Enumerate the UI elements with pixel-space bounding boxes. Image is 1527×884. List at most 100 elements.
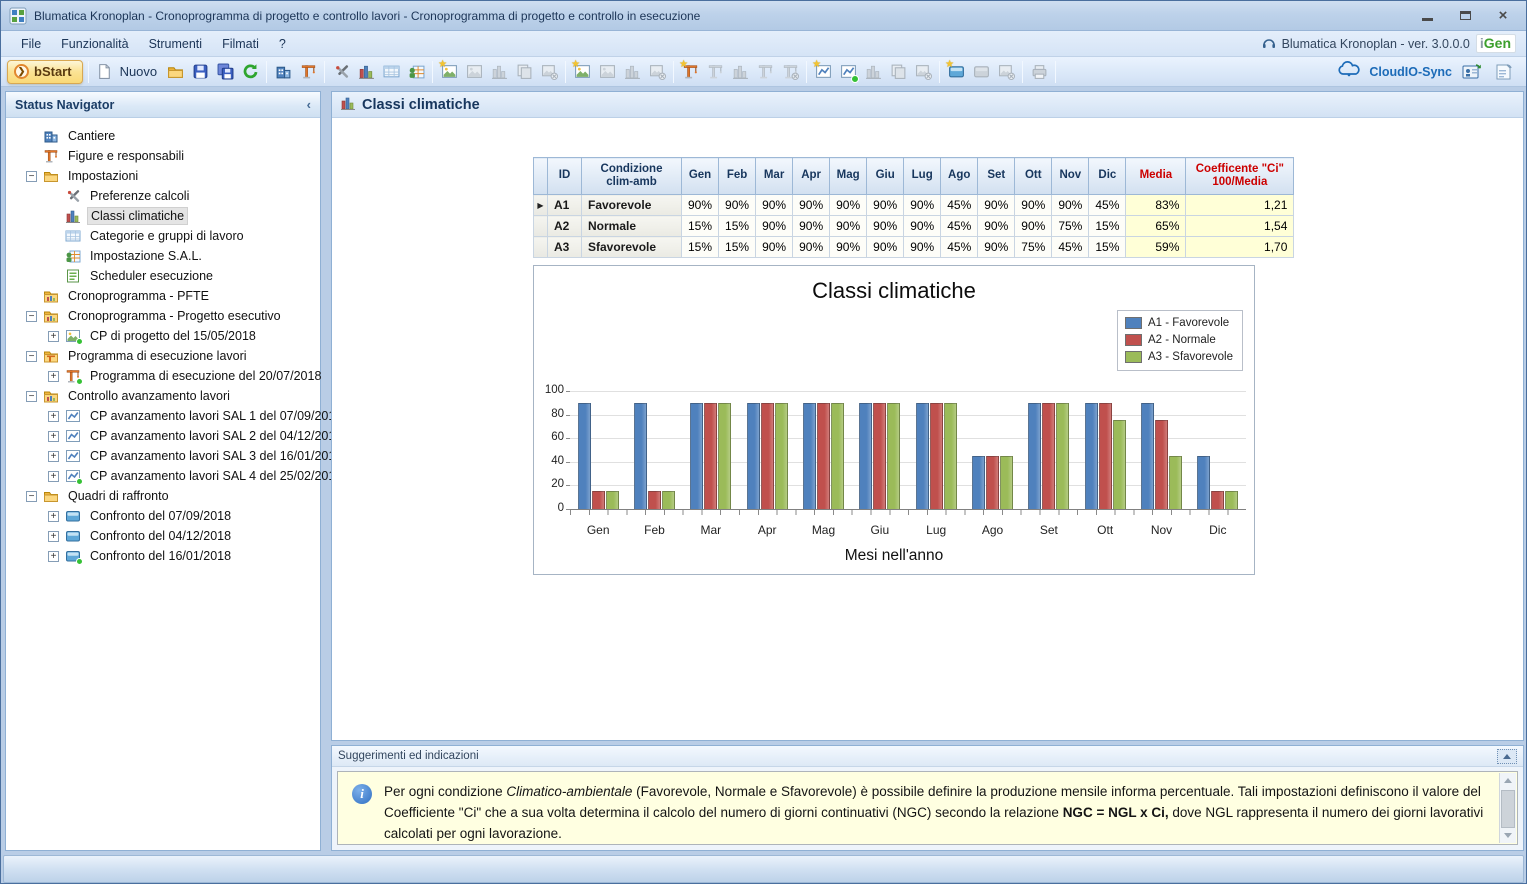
- cell-media[interactable]: 65%: [1126, 216, 1186, 237]
- cell-month[interactable]: 90%: [793, 216, 830, 237]
- cell-month[interactable]: 90%: [756, 237, 793, 258]
- cell-month[interactable]: 90%: [756, 216, 793, 237]
- save-icon[interactable]: [189, 61, 211, 83]
- cell-month[interactable]: 90%: [756, 195, 793, 216]
- column-header-ago[interactable]: Ago: [941, 158, 978, 195]
- menu-item-filmati[interactable]: Filmati: [212, 34, 269, 54]
- column-header-apr[interactable]: Apr: [793, 158, 830, 195]
- tree-item-cp-avanzamento-lavori-sal-4-del-25-02-2019[interactable]: +CP avanzamento lavori SAL 4 del 25/02/2…: [6, 466, 320, 486]
- tree-item-cp-avanzamento-lavori-sal-1-del-07-09-2018[interactable]: +CP avanzamento lavori SAL 1 del 07/09/2…: [6, 406, 320, 426]
- cell-month[interactable]: 90%: [1052, 195, 1089, 216]
- cell-month[interactable]: 45%: [1089, 195, 1126, 216]
- expand-plus-icon[interactable]: +: [48, 531, 59, 542]
- close-button[interactable]: ×: [1488, 6, 1518, 25]
- expand-plus-icon[interactable]: +: [48, 411, 59, 422]
- nuovo-cronoprogramma-pfte-icon[interactable]: ★: [438, 61, 460, 83]
- tree-item-cronoprogramma-pfte[interactable]: Cronoprogramma - PFTE: [6, 286, 320, 306]
- suggestions-collapse-button[interactable]: [1497, 749, 1517, 764]
- tree-item-confronto-del-04-12-2018[interactable]: +Confronto del 04/12/2018: [6, 526, 320, 546]
- expand-plus-icon[interactable]: +: [48, 551, 59, 562]
- collapse-minus-icon[interactable]: −: [26, 491, 37, 502]
- menu-item-strumenti[interactable]: Strumenti: [139, 34, 213, 54]
- impostazione-sal-icon[interactable]: [405, 61, 427, 83]
- tree-item-confronto-del-16-01-2018[interactable]: +Confronto del 16/01/2018: [6, 546, 320, 566]
- scroll-down-icon[interactable]: [1501, 828, 1515, 843]
- collapse-minus-icon[interactable]: −: [26, 351, 37, 362]
- cell-month[interactable]: 75%: [1052, 216, 1089, 237]
- nuovo-programma-esecuzione-icon[interactable]: ★: [679, 61, 701, 83]
- cell-month[interactable]: 15%: [682, 237, 719, 258]
- tree-item-figure-e-responsabili[interactable]: Figure e responsabili: [6, 146, 320, 166]
- figure-responsabili-icon[interactable]: [297, 61, 319, 83]
- preferenze-calcoli-icon[interactable]: [330, 61, 352, 83]
- cell-month[interactable]: 90%: [793, 237, 830, 258]
- column-header-set[interactable]: Set: [978, 158, 1015, 195]
- cell-condizione[interactable]: Normale: [582, 216, 682, 237]
- cell-month[interactable]: 15%: [1089, 237, 1126, 258]
- cell-month[interactable]: 90%: [904, 195, 941, 216]
- cantiere-icon[interactable]: [272, 61, 294, 83]
- tree-item-cp-di-progetto-del-15-05-2018[interactable]: +CP di progetto del 15/05/2018: [6, 326, 320, 346]
- cell-month[interactable]: 90%: [793, 195, 830, 216]
- save-all-icon[interactable]: [214, 61, 236, 83]
- avanzamento-corrente-icon[interactable]: [837, 61, 859, 83]
- nuovo-avanzamento-icon[interactable]: ★: [812, 61, 834, 83]
- column-header-media[interactable]: Media: [1126, 158, 1186, 195]
- cell-coefficiente[interactable]: 1,21: [1186, 195, 1294, 216]
- menu-item-funzionalit[interactable]: Funzionalità: [51, 34, 138, 54]
- collapse-minus-icon[interactable]: −: [26, 391, 37, 402]
- cell-month[interactable]: 15%: [719, 216, 756, 237]
- nuovo-cp-progetto-icon[interactable]: ★: [571, 61, 593, 83]
- cell-month[interactable]: 90%: [1015, 216, 1052, 237]
- expand-plus-icon[interactable]: +: [48, 331, 59, 342]
- row-selector[interactable]: [534, 216, 548, 237]
- tree-item-scheduler-esecuzione[interactable]: Scheduler esecuzione: [6, 266, 320, 286]
- expand-plus-icon[interactable]: +: [48, 371, 59, 382]
- cell-month[interactable]: 90%: [904, 237, 941, 258]
- column-header-nov[interactable]: Nov: [1052, 158, 1089, 195]
- column-header-giu[interactable]: Giu: [867, 158, 904, 195]
- tree-item-programma-di-esecuzione-lavori[interactable]: −Programma di esecuzione lavori: [6, 346, 320, 366]
- column-header-id[interactable]: ID: [548, 158, 582, 195]
- table-row-a3[interactable]: A3Sfavorevole15%15%90%90%90%90%90%45%90%…: [534, 237, 1294, 258]
- collapse-minus-icon[interactable]: −: [26, 171, 37, 182]
- cell-month[interactable]: 90%: [867, 195, 904, 216]
- tree-item-categorie-e-gruppi-di-lavoro[interactable]: Categorie e gruppi di lavoro: [6, 226, 320, 246]
- cell-month[interactable]: 90%: [978, 237, 1015, 258]
- menu-item-file[interactable]: File: [11, 34, 51, 54]
- menu-item-?[interactable]: ?: [269, 34, 296, 54]
- tree-item-impostazioni[interactable]: −Impostazioni: [6, 166, 320, 186]
- cell-month[interactable]: 45%: [941, 237, 978, 258]
- cell-month[interactable]: 90%: [904, 216, 941, 237]
- collapse-minus-icon[interactable]: −: [26, 311, 37, 322]
- cell-id[interactable]: A2: [548, 216, 582, 237]
- cell-media[interactable]: 83%: [1126, 195, 1186, 216]
- table-row-a2[interactable]: A2Normale15%15%90%90%90%90%90%45%90%90%7…: [534, 216, 1294, 237]
- tree-item-cp-avanzamento-lavori-sal-3-del-16-01-2019[interactable]: +CP avanzamento lavori SAL 3 del 16/01/2…: [6, 446, 320, 466]
- expand-plus-icon[interactable]: +: [48, 431, 59, 442]
- cell-coefficiente[interactable]: 1,70: [1186, 237, 1294, 258]
- sidebar-collapse-button[interactable]: ‹: [307, 97, 311, 112]
- table-row-a1[interactable]: ▶A1Favorevole90%90%90%90%90%90%90%45%90%…: [534, 195, 1294, 216]
- cell-month[interactable]: 90%: [1015, 195, 1052, 216]
- cell-condizione[interactable]: Favorevole: [582, 195, 682, 216]
- cell-month[interactable]: 90%: [978, 195, 1015, 216]
- column-header-coefficenteci[interactable]: Coefficente "Ci"100/Media: [1186, 158, 1294, 195]
- cell-id[interactable]: A3: [548, 237, 582, 258]
- cell-month[interactable]: 45%: [941, 216, 978, 237]
- column-header-condizione[interactable]: Condizioneclim-amb: [582, 158, 682, 195]
- expand-plus-icon[interactable]: +: [48, 511, 59, 522]
- cell-month[interactable]: 15%: [1089, 216, 1126, 237]
- expand-plus-icon[interactable]: +: [48, 471, 59, 482]
- cell-condizione[interactable]: Sfavorevole: [582, 237, 682, 258]
- scroll-up-icon[interactable]: [1501, 773, 1515, 788]
- tree-item-programma-di-esecuzione-del-20-07-2018[interactable]: +Programma di esecuzione del 20/07/2018: [6, 366, 320, 386]
- nuovo-icon[interactable]: [94, 61, 116, 83]
- nuovo-confronto-icon[interactable]: ★: [945, 61, 967, 83]
- cell-month[interactable]: 15%: [719, 237, 756, 258]
- cell-month[interactable]: 90%: [830, 195, 867, 216]
- expand-plus-icon[interactable]: +: [48, 451, 59, 462]
- column-header-mar[interactable]: Mar: [756, 158, 793, 195]
- column-header-dic[interactable]: Dic: [1089, 158, 1126, 195]
- cell-month[interactable]: 90%: [978, 216, 1015, 237]
